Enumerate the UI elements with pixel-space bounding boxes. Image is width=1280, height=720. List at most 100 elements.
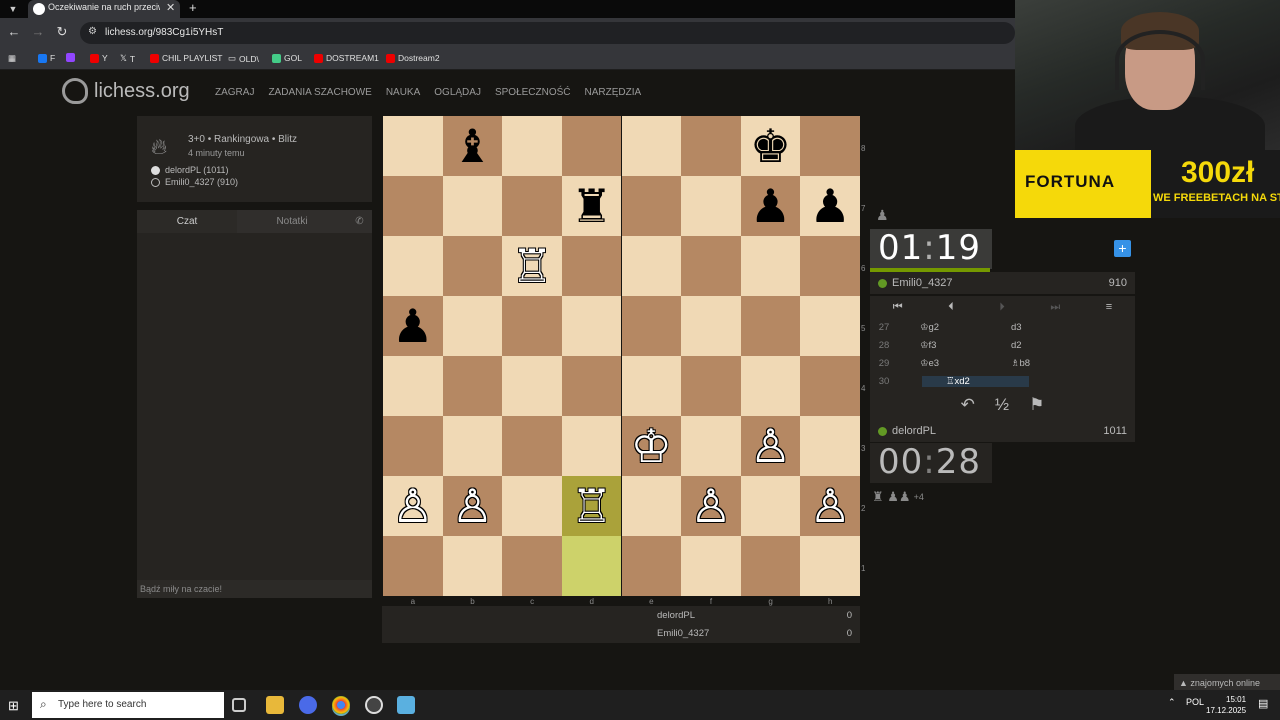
piece-g8[interactable]: ♚ (741, 116, 801, 176)
site-logo[interactable]: lichess.org (62, 78, 190, 104)
chrome-icon[interactable] (332, 696, 350, 714)
square-g4[interactable] (740, 356, 801, 416)
last-move-icon[interactable]: ⏭ (1050, 301, 1060, 314)
phone-icon[interactable]: ✆ (347, 210, 372, 233)
piece-f2[interactable]: ♙ (681, 476, 741, 536)
forward-icon[interactable]: → (30, 24, 46, 39)
player-row[interactable]: delordPL 1011 (870, 420, 1135, 442)
piece-h2[interactable]: ♙ (800, 476, 860, 536)
opponent-player-row[interactable]: Emili0_4327 910 (870, 272, 1135, 294)
square-f3[interactable] (681, 416, 741, 476)
bookmark-youtube[interactable]: Y (90, 53, 108, 63)
tray-clock[interactable]: 15:01 17.12.2025 (1206, 694, 1246, 716)
move-white-active[interactable]: ♖xd2 (922, 375, 1029, 387)
piece-g3[interactable]: ♙ (741, 416, 801, 476)
app2-icon[interactable] (397, 696, 415, 714)
square-e6[interactable] (621, 236, 682, 296)
square-g1[interactable] (740, 536, 801, 596)
square-h3[interactable] (800, 416, 860, 476)
nav-nauka[interactable]: NAUKA (386, 87, 420, 98)
site-info-icon[interactable]: ⚙ (88, 26, 97, 37)
nav-zagraj[interactable]: ZAGRAJ (215, 87, 254, 98)
notifications-icon[interactable]: ▤ (1258, 697, 1268, 710)
square-f1[interactable] (681, 536, 741, 596)
menu-icon[interactable]: ≡ (1106, 301, 1112, 313)
app-icon[interactable] (299, 696, 317, 714)
square-e7[interactable] (621, 176, 682, 236)
bookmark-twitch[interactable] (66, 53, 75, 62)
draw-offer-button[interactable]: ½ (995, 395, 1009, 415)
square-c1[interactable] (502, 536, 562, 596)
square-a3[interactable] (383, 416, 443, 476)
square-f8[interactable] (681, 116, 741, 176)
bookmark-dostream2[interactable]: Dostream2 (386, 53, 440, 63)
nav-ogladaj[interactable]: OGLĄDAJ (434, 87, 481, 98)
square-b7[interactable] (442, 176, 503, 236)
move-black[interactable]: ♗b8 (1008, 358, 1030, 369)
takeback-icon[interactable]: ↶ (961, 395, 975, 415)
taskbar-search[interactable]: ⌕ Type here to search (32, 692, 224, 718)
fortuna-ad-banner[interactable]: FORTUNA 300zł WE FREEBETACH NA START (1015, 150, 1280, 218)
square-b5[interactable] (442, 296, 503, 356)
windows-start-icon[interactable]: ⊞ (8, 698, 19, 714)
piece-a2[interactable]: ♙ (383, 476, 443, 536)
square-e4[interactable] (621, 356, 682, 416)
piece-d7[interactable]: ♜ (562, 176, 622, 236)
square-g5[interactable] (740, 296, 801, 356)
bookmark-x[interactable]: 𝕏T (120, 53, 135, 64)
new-tab-icon[interactable]: + (189, 0, 197, 15)
piece-b8[interactable]: ♝ (443, 116, 503, 176)
chat-input[interactable]: Bądź miły na czacie! (137, 580, 372, 598)
tab-search-icon[interactable]: ▼ (6, 2, 20, 16)
square-a7[interactable] (383, 176, 443, 236)
move-white[interactable]: ♔g2 (898, 322, 1008, 333)
square-d4[interactable] (561, 356, 622, 416)
apps-icon[interactable]: ▦ (8, 53, 16, 64)
address-bar[interactable]: ⚙ lichess.org/983Cg1i5YHsT (80, 22, 1015, 44)
square-h1[interactable] (800, 536, 860, 596)
file-explorer-icon[interactable] (266, 696, 284, 714)
chess-board[interactable]: ♝ ♚ ♜ ♟ ♟ ♖ ♟ ♔ ♙ ♙ ♙ ♖ ♙ ♙ (383, 116, 860, 596)
square-d8[interactable] (561, 116, 622, 176)
tab-notes[interactable]: Notatki (237, 210, 347, 233)
square-b4[interactable] (442, 356, 503, 416)
nav-zadania[interactable]: ZADANIA SZACHOWE (268, 87, 371, 98)
square-d5[interactable] (561, 296, 622, 356)
tray-chevron-icon[interactable]: ⌃ (1168, 697, 1176, 708)
square-g6[interactable] (740, 236, 801, 296)
black-player-info[interactable]: Emili0_4327 (910) (151, 177, 238, 187)
piece-c6[interactable]: ♖ (502, 236, 562, 296)
bookmark-facebook[interactable]: F (38, 53, 55, 63)
bookmark-old[interactable]: ▭ OLD\ (228, 53, 259, 64)
piece-b2[interactable]: ♙ (443, 476, 503, 536)
square-f5[interactable] (681, 296, 741, 356)
square-c7[interactable] (502, 176, 562, 236)
square-c3[interactable] (502, 416, 562, 476)
piece-h7[interactable]: ♟ (800, 176, 860, 236)
nav-spolecznosc[interactable]: SPOŁECZNOŚĆ (495, 87, 571, 98)
square-a1[interactable] (383, 536, 443, 596)
first-move-icon[interactable]: ⏮ (893, 301, 903, 314)
move-black[interactable]: d2 (1008, 340, 1022, 351)
square-h5[interactable] (800, 296, 860, 356)
move-white[interactable]: ♔f3 (898, 340, 1008, 351)
piece-e3[interactable]: ♔ (622, 416, 682, 476)
square-g2[interactable] (740, 476, 801, 536)
language-indicator[interactable]: POL (1186, 697, 1204, 707)
square-d1[interactable] (561, 536, 622, 596)
square-f4[interactable] (681, 356, 741, 416)
square-e5[interactable] (621, 296, 682, 356)
piece-g7[interactable]: ♟ (741, 176, 801, 236)
square-f6[interactable] (681, 236, 741, 296)
next-move-icon[interactable]: ⏵ (999, 301, 1005, 314)
piece-d2[interactable]: ♖ (562, 476, 622, 536)
move-white[interactable]: ♔e3 (898, 358, 1008, 369)
nav-narzedzia[interactable]: NARZĘDZIA (585, 87, 642, 98)
square-e8[interactable] (621, 116, 682, 176)
square-a8[interactable] (383, 116, 443, 176)
back-icon[interactable]: ← (6, 24, 22, 39)
reload-icon[interactable]: ↻ (54, 24, 70, 40)
tab-chat[interactable]: Czat (137, 210, 237, 233)
prev-move-icon[interactable]: ⏴ (948, 301, 954, 314)
square-c5[interactable] (502, 296, 562, 356)
